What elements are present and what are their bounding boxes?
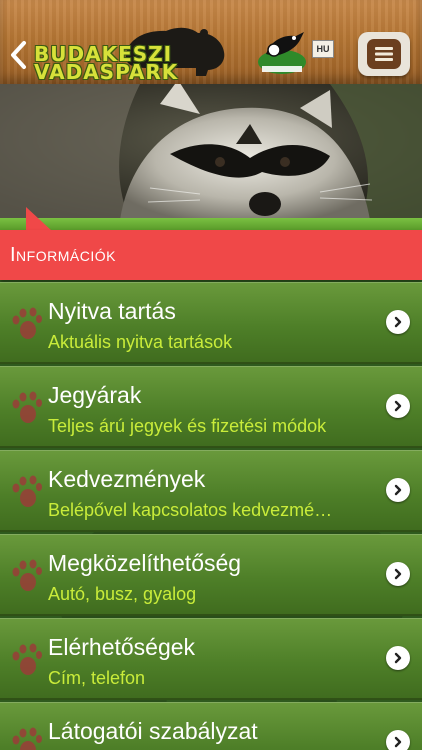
info-list: Nyitva tartás Aktuális nyitva tartások J…: [0, 282, 422, 750]
item-subtitle: Aktuális nyitva tartások: [48, 332, 233, 352]
section-header: Információk: [0, 230, 422, 280]
list-item-discounts[interactable]: Kedvezmények Belépővel kapcsolatos kedve…: [0, 450, 422, 532]
chevron-left-icon: [11, 41, 26, 69]
list-item-visitor-rules[interactable]: Látogatói szabályzat: [0, 702, 422, 750]
divider-strip: [0, 218, 422, 230]
item-subtitle: Autó, busz, gyalog: [48, 584, 197, 604]
item-title: Megközelíthetőség: [48, 550, 242, 576]
language-selector[interactable]: HU: [312, 40, 334, 58]
paw-print-icon: [12, 643, 42, 675]
paw-print-icon: [12, 559, 42, 591]
chevron-right-icon: [386, 730, 410, 750]
chevron-right-icon: [386, 394, 410, 418]
item-subtitle: Belépővel kapcsolatos kedvezmé…: [48, 500, 333, 520]
item-title: Jegyárak: [48, 382, 142, 408]
back-button[interactable]: [6, 36, 30, 74]
section-title: Információk: [10, 244, 116, 266]
park-logo[interactable]: BUDAKESZI VADASPARK: [28, 24, 228, 84]
item-title: Látogatói szabályzat: [48, 718, 258, 744]
paw-print-icon: [12, 475, 42, 507]
item-subtitle: Teljes árú jegyek és fizetési módok: [48, 416, 327, 436]
list-item-ticket-prices[interactable]: Jegyárak Teljes árú jegyek és fizetési m…: [0, 366, 422, 448]
item-subtitle: Cím, telefon: [48, 668, 146, 688]
paw-print-icon: [12, 391, 42, 423]
list-item-access[interactable]: Megközelíthetőség Autó, busz, gyalog: [0, 534, 422, 616]
item-title: Elérhetőségek: [48, 634, 196, 660]
hero-image: [0, 84, 422, 220]
chevron-right-icon: [386, 478, 410, 502]
partner-logo: [256, 24, 312, 78]
item-title: Nyitva tartás: [48, 298, 176, 324]
item-title: Kedvezmények: [48, 466, 206, 492]
logo-line-2: VADASPARK: [34, 60, 179, 84]
chevron-right-icon: [386, 562, 410, 586]
paw-print-icon: [12, 727, 42, 750]
paw-print-icon: [12, 307, 42, 339]
menu-button[interactable]: [358, 32, 410, 76]
chevron-right-icon: [386, 646, 410, 670]
app-screen: BUDAKESZI VADASPARK HU Információk Nyitv…: [0, 0, 422, 750]
bird-emblem-icon: [258, 32, 306, 74]
list-item-contacts[interactable]: Elérhetőségek Cím, telefon: [0, 618, 422, 700]
list-item-opening-hours[interactable]: Nyitva tartás Aktuális nyitva tartások: [0, 282, 422, 364]
hamburger-icon: [367, 39, 401, 69]
chevron-right-icon: [386, 310, 410, 334]
top-bar: BUDAKESZI VADASPARK HU: [0, 0, 422, 87]
raccoon-photo: [0, 84, 422, 220]
section-tab-notch: [26, 207, 52, 231]
